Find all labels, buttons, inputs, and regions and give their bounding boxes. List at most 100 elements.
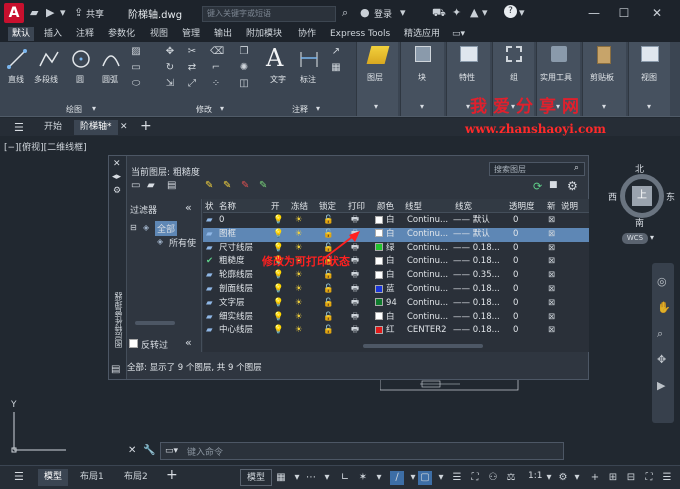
layers-button[interactable]: 图层 ▾ [356,42,398,116]
autodesk-icon[interactable]: ✦ [452,6,461,19]
tree-node-used[interactable]: 所有使 [169,236,196,249]
layer-linetype[interactable]: Continu... [407,228,448,242]
layer-lock-toggle-icon[interactable]: 🔓 [323,297,334,311]
help-icon[interactable]: ? [504,5,517,18]
new-vp-freeze-icon[interactable]: ⊠ [548,255,555,269]
circle-icon[interactable] [70,48,92,70]
col-lineweight[interactable]: 线宽 [455,200,472,212]
tab-addins[interactable]: 附加模块 [242,27,286,41]
layer-color-cell[interactable]: 白 [375,228,395,242]
filters-scrollbar[interactable] [135,321,175,325]
col-transparency[interactable]: 透明度 [509,200,535,212]
annotation-monitor-icon[interactable]: + [588,471,602,485]
grid-dropdown-icon[interactable]: ▾ [290,471,304,485]
offset-icon[interactable]: ◫ [238,78,250,90]
workspace-gear-icon[interactable]: ⚙ [556,471,570,485]
search-icon[interactable]: ⌕ [342,6,348,20]
layer-linetype[interactable]: Continu... [407,255,448,269]
layer-transparency[interactable]: 0 [513,242,518,256]
copy-icon[interactable]: ❐ [238,46,250,58]
osnap-dropdown-icon[interactable]: ▾ [434,471,448,485]
layer-lineweight[interactable]: —— 默认 [453,228,490,242]
col-freeze[interactable]: 冻结 [291,200,308,212]
palette-autohide-icon[interactable]: ◂▸ [112,172,121,182]
save-dropdown-icon[interactable]: ▾ [60,6,66,19]
close-button[interactable]: ✕ [648,4,666,22]
stretch-icon[interactable]: ⇲ [164,78,176,90]
polar-dropdown-icon[interactable]: ▾ [372,471,386,485]
layer-row[interactable]: ▰ 轮廓线层 💡 ☀ 🔓 🖶 白 Continu... —— 0.35... 0 ⊠ [203,269,589,283]
quick-properties-icon[interactable]: ⊟ [624,471,638,485]
dimension-button[interactable]: 标注 [300,74,316,85]
layer-color-cell[interactable]: 红 [375,324,395,338]
tab-start[interactable]: 开始 [38,120,68,135]
status-menu-icon[interactable]: ☰ [14,470,24,483]
tree-collapse-icon[interactable]: ⊟ [130,223,137,232]
layer-name[interactable]: 剖面线层 [219,283,253,297]
circle-button[interactable]: 圆 [76,74,84,85]
layer-lineweight[interactable]: —— 0.18... [453,297,500,311]
block-button[interactable]: 块 ▾ [400,42,444,116]
table-icon[interactable]: ▦ [330,62,342,74]
layer-lineweight[interactable]: —— 0.18... [453,255,500,269]
layer-row[interactable]: ▰ 细实线层 💡 ☀ 🔓 🖶 白 Continu... —— 0.18... 0 ⊠ [203,311,589,325]
layer-color-cell[interactable]: 白 [375,214,395,228]
layer-name[interactable]: 中心线层 [219,324,253,338]
layer-plot-toggle-icon[interactable]: 🖶 [351,297,359,311]
settings-gear-icon[interactable]: ⚙ [567,179,578,193]
layer-states-manager-icon[interactable]: ▤ [167,180,176,191]
snap-dropdown-icon[interactable]: ▾ [320,471,334,485]
pan-icon[interactable]: ✋ [657,301,671,314]
new-vp-freeze-icon[interactable]: ⊠ [548,269,555,283]
tab-model[interactable]: 模型 [38,469,69,486]
layer-transparency[interactable]: 0 [513,297,518,311]
viewcube-top-face[interactable]: 上 [632,186,652,206]
layer-on-toggle-icon[interactable]: 💡 [273,228,284,242]
layer-linetype[interactable]: Continu... [407,283,448,297]
layer-transparency[interactable]: 0 [513,255,518,269]
ortho-icon[interactable]: ∟ [338,471,352,485]
grid-icon[interactable]: ▦ [274,471,288,485]
layer-transparency[interactable]: 0 [513,311,518,325]
arc-button[interactable]: 圆弧 [102,74,118,85]
layer-lineweight[interactable]: —— 0.35... [453,269,500,283]
cmdline-customize-icon[interactable]: 🔧 [143,445,155,456]
viewcube-west[interactable]: 西 [608,190,617,203]
layer-lineweight[interactable]: —— 0.18... [453,324,500,338]
cmdline-close-icon[interactable]: ✕ [128,445,136,456]
polar-icon[interactable]: ✶ [356,471,370,485]
text-icon[interactable]: A [266,44,283,72]
layer-transparency[interactable]: 0 [513,283,518,297]
tab-layout1[interactable]: 布局1 [74,469,110,486]
isodraft-icon[interactable]: ∕ [390,471,404,485]
add-layout-button[interactable]: + [166,467,178,483]
layer-linetype[interactable]: Continu... [407,297,448,311]
model-space-button[interactable]: 模型 [240,469,273,486]
layer-name[interactable]: 0 [219,214,224,228]
layer-lineweight[interactable]: —— 默认 [453,214,490,228]
tab-output[interactable]: 输出 [210,27,236,41]
invert-filter-collapse-icon[interactable]: « [185,336,192,349]
user-icon[interactable]: ● [360,6,370,19]
set-current-layer-icon[interactable]: ✎ [259,180,267,191]
new-vp-freeze-icon[interactable]: ⊠ [548,311,555,325]
layer-row[interactable]: ▰ 尺寸线层 💡 ☀ 🔓 🖶 绿 Continu... —— 0.18... 0 ⊠ [203,242,589,256]
col-on[interactable]: 开 [271,200,280,212]
layer-name[interactable]: 轮廓线层 [219,269,253,283]
layer-list-scrollbar[interactable] [363,344,483,348]
layer-on-toggle-icon[interactable]: 💡 [273,269,284,283]
col-status[interactable]: 状 [205,200,214,212]
mirror-icon[interactable]: ⇄ [186,62,198,74]
delete-layer-icon[interactable]: ✎ [241,180,249,191]
view-button[interactable]: 视图 ▾ [628,42,670,116]
layer-name[interactable]: 粗糙度 [219,255,245,269]
tab-express-tools[interactable]: Express Tools [326,27,394,41]
tree-node-all[interactable]: 全部 [155,221,178,236]
layer-freeze-toggle-icon[interactable]: ☀ [295,283,303,297]
menu-icon[interactable]: ☰ [14,121,24,134]
cmdline-prompt-icon[interactable]: ▭▾ [165,446,178,456]
annotation-visibility-icon[interactable]: ⚇ [486,471,500,485]
layer-linetype[interactable]: Continu... [407,311,448,325]
rectangle-icon[interactable]: ▭ [130,62,142,74]
layer-row[interactable]: ▰ 中心线层 💡 ☀ 🔓 🖶 红 CENTER2 —— 0.18... 0 ⊠ [203,324,589,338]
